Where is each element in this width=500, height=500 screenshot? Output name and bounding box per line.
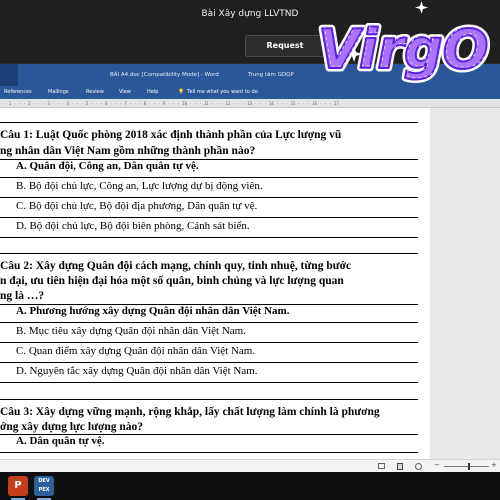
question-2-option-c: C. Quan điểm xây dựng Quân đội nhân dân …: [16, 345, 256, 357]
read-mode-icon[interactable]: [378, 463, 385, 469]
question-2-option-a: A. Phương hướng xây dựng Quân đội nhân d…: [16, 305, 290, 317]
zoom-in-button[interactable]: +: [491, 461, 497, 469]
svg-text:VirgO: VirgO: [320, 16, 491, 79]
question-3-option-a: A. Dân quân tự vệ.: [16, 435, 105, 447]
question-1-line-1: Câu 1: Luật Quốc phòng 2018 xác định thà…: [0, 129, 342, 141]
table-border: [0, 399, 418, 400]
web-layout-icon[interactable]: [415, 463, 422, 470]
question-2-line-3: ng là …?: [0, 290, 45, 302]
tab-mailings[interactable]: Mailings: [48, 86, 69, 99]
lightbulb-icon: 💡: [178, 89, 185, 95]
virgo-logo: VirgO VirgO VirgO: [315, 1, 492, 85]
taskbar: P DEV PEX: [0, 472, 500, 500]
question-2-line-2: n đại, ưu tiên hiện đại hóa một số quân,…: [0, 275, 344, 287]
table-border: [0, 382, 418, 383]
question-1-option-d: D. Bộ đội chủ lực, Bộ đội biên phòng, Cả…: [16, 220, 250, 232]
table-border: [0, 452, 418, 453]
tab-view[interactable]: View: [119, 86, 131, 99]
tell-me-label: Tell me what you want to do: [187, 89, 258, 95]
status-bar: − +: [0, 459, 500, 472]
document-area: Câu 1: Luật Quốc phòng 2018 xác định thà…: [0, 108, 500, 459]
question-1-option-b: B. Bộ đội chủ lực, Công an, Lực lượng dự…: [16, 180, 263, 192]
table-border: [0, 322, 418, 323]
powerpoint-icon[interactable]: P: [8, 476, 28, 496]
table-border: [0, 197, 418, 198]
question-1-option-c: C. Bộ đội chủ lực, Bộ đội địa phương, Dâ…: [16, 200, 258, 212]
word-quick-access: [0, 64, 18, 86]
tell-me-search[interactable]: 💡 Tell me what you want to do: [178, 86, 258, 99]
question-3-line-1: Câu 3: Xây dựng vững mạnh, rộng khắp, lấ…: [0, 406, 380, 418]
zoom-slider[interactable]: [444, 466, 489, 467]
table-border: [0, 253, 418, 254]
dev-app-icon[interactable]: DEV PEX: [34, 476, 54, 496]
print-layout-icon[interactable]: [397, 463, 403, 470]
question-1-option-a: A. Quân đội, Công an, Dân quân tự vệ.: [16, 160, 199, 172]
table-border: [0, 177, 418, 178]
tab-help[interactable]: Help: [147, 86, 158, 99]
question-1-line-2: ng nhân dân Việt Nam gồm những thành phầ…: [0, 145, 256, 157]
document-side-margin: [430, 108, 500, 459]
tab-references[interactable]: References: [4, 86, 32, 99]
zoom-slider-thumb[interactable]: [468, 463, 470, 470]
tab-review[interactable]: Review: [86, 86, 104, 99]
word-user-name[interactable]: Trung tâm GDQP: [248, 64, 294, 86]
table-border: [0, 237, 418, 238]
table-border: [0, 217, 418, 218]
question-2-line-1: Câu 2: Xây dựng Quân đội cách mạng, chín…: [0, 260, 352, 272]
document-page[interactable]: Câu 1: Luật Quốc phòng 2018 xác định thà…: [0, 108, 430, 459]
question-2-option-b: B. Mục tiêu xây dựng Quân đội nhân dân V…: [16, 325, 246, 337]
word-document-title: BÀI A4.doc [Compatibility Mode] - Word: [110, 72, 219, 78]
question-2-option-d: D. Nguyên tắc xây dựng Quân đội nhân dân…: [16, 365, 258, 377]
table-border: [0, 362, 418, 363]
zoom-out-button[interactable]: −: [434, 461, 440, 469]
table-border: [0, 342, 418, 343]
table-border: [0, 122, 418, 123]
question-3-line-2: ớng xây dựng lực lượng nào?: [0, 421, 144, 433]
